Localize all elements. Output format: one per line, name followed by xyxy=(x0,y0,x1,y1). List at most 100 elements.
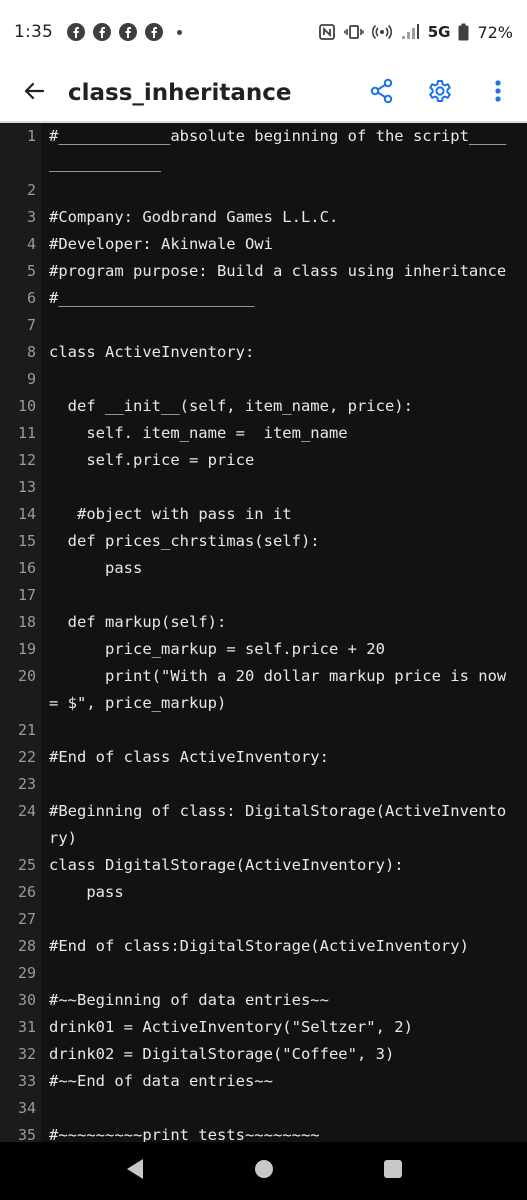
line-number: 30 xyxy=(17,991,36,1009)
line-number: 1 xyxy=(26,127,36,145)
code-line: 26 pass xyxy=(0,879,527,906)
nfc-icon xyxy=(318,23,336,41)
code-text[interactable]: def markup(self): xyxy=(49,609,515,636)
code-text[interactable]: def __init__(self, item_name, price): xyxy=(49,393,515,420)
code-text[interactable] xyxy=(49,582,515,609)
code-line: 35 #~~~~~~~~~print tests~~~~~~~~ xyxy=(0,1122,527,1142)
code-text[interactable]: #Company: Godbrand Games L.L.C. xyxy=(49,204,515,231)
more-options-button[interactable] xyxy=(469,64,527,122)
status-bar: 1:35 5G 72% xyxy=(0,0,527,64)
code-text[interactable] xyxy=(49,312,515,339)
code-text[interactable] xyxy=(49,1095,515,1122)
code-line: 18 def markup(self): xyxy=(0,609,527,636)
line-number: 11 xyxy=(17,424,36,442)
code-line: 14 #object with pass in it xyxy=(0,501,527,528)
code-line: 16 pass xyxy=(0,555,527,582)
code-text[interactable]: #_____________________ xyxy=(49,285,515,312)
line-number: 2 xyxy=(26,181,36,199)
code-line: 34 xyxy=(0,1095,527,1122)
app-bar: class_inheritance xyxy=(0,64,527,122)
line-number: 28 xyxy=(17,937,36,955)
code-line: 12 self.price = price xyxy=(0,447,527,474)
line-number: 17 xyxy=(17,586,36,604)
line-number: 8 xyxy=(26,343,36,361)
code-text[interactable]: pass xyxy=(49,555,515,582)
code-text[interactable]: price_markup = self.price + 20 xyxy=(49,636,515,663)
facebook-icon xyxy=(66,23,85,41)
nav-home-button[interactable] xyxy=(234,1142,294,1200)
code-line: 21 xyxy=(0,717,527,744)
arrow-back-icon xyxy=(22,79,46,107)
share-button[interactable] xyxy=(353,64,411,122)
code-text[interactable] xyxy=(49,366,515,393)
code-text[interactable] xyxy=(49,960,515,987)
back-triangle-icon xyxy=(125,1158,145,1184)
code-line: 31 drink01 = ActiveInventory("Seltzer", 2… xyxy=(0,1014,527,1041)
code-text[interactable] xyxy=(49,717,515,744)
code-text[interactable]: def prices_chrstimas(self): xyxy=(49,528,515,555)
code-text[interactable]: #object with pass in it xyxy=(49,501,515,528)
code-text[interactable]: self. item_name = item_name xyxy=(49,420,515,447)
line-number: 33 xyxy=(17,1072,36,1090)
line-number: 29 xyxy=(17,964,36,982)
code-line: 23 xyxy=(0,771,527,798)
code-text[interactable]: #Beginning of class: DigitalStorage(Acti… xyxy=(49,798,515,852)
home-circle-icon xyxy=(253,1158,275,1184)
code-text[interactable]: print("With a 20 dollar markup price is … xyxy=(49,663,515,717)
network-type: 5G xyxy=(427,23,451,41)
back-button[interactable] xyxy=(0,64,68,122)
nav-back-button[interactable] xyxy=(105,1142,165,1200)
code-text[interactable] xyxy=(49,906,515,933)
code-text[interactable]: #~~Beginning of data entries~~ xyxy=(49,987,515,1014)
line-number: 15 xyxy=(17,532,36,550)
line-number: 35 xyxy=(17,1126,36,1142)
code-text[interactable]: class ActiveInventory: xyxy=(49,339,515,366)
code-line: 6 #_____________________ xyxy=(0,285,527,312)
code-text[interactable]: #End of class:DigitalStorage(ActiveInven… xyxy=(49,933,515,960)
code-text[interactable]: drink02 = DigitalStorage("Coffee", 3) xyxy=(49,1041,515,1068)
code-line: 20 print("With a 20 dollar markup price … xyxy=(0,663,527,717)
line-number: 20 xyxy=(17,667,36,685)
code-line: 24 #Beginning of class: DigitalStorage(Ac… xyxy=(0,798,527,852)
code-text[interactable]: #Developer: Akinwale Owi xyxy=(49,231,515,258)
code-line: 27 xyxy=(0,906,527,933)
line-number: 6 xyxy=(26,289,36,307)
code-line: 8 class ActiveInventory: xyxy=(0,339,527,366)
code-text[interactable]: #____________absolute beginning of the s… xyxy=(49,123,515,177)
page-title: class_inheritance xyxy=(68,80,292,106)
code-text[interactable]: drink01 = ActiveInventory("Seltzer", 2) xyxy=(49,1014,515,1041)
line-number: 13 xyxy=(17,478,36,496)
code-text[interactable]: #End of class ActiveInventory: xyxy=(49,744,515,771)
settings-icon xyxy=(426,77,454,109)
nav-recents-button[interactable] xyxy=(363,1142,423,1200)
code-text[interactable]: self.price = price xyxy=(49,447,515,474)
line-number: 26 xyxy=(17,883,36,901)
line-number: 21 xyxy=(17,721,36,739)
code-text[interactable] xyxy=(49,474,515,501)
code-text[interactable]: #program purpose: Build a class using in… xyxy=(49,258,515,285)
share-icon xyxy=(369,78,395,108)
code-line: 19 price_markup = self.price + 20 xyxy=(0,636,527,663)
line-number: 18 xyxy=(17,613,36,631)
code-text[interactable]: pass xyxy=(49,879,515,906)
line-number: 19 xyxy=(17,640,36,658)
settings-button[interactable] xyxy=(411,64,469,122)
code-line: 9 xyxy=(0,366,527,393)
line-number: 32 xyxy=(17,1045,36,1063)
code-editor[interactable]: 1 #____________absolute beginning of the … xyxy=(0,123,527,1142)
more-vert-icon xyxy=(494,79,502,107)
line-number: 14 xyxy=(17,505,36,523)
code-line: 11 self. item_name = item_name xyxy=(0,420,527,447)
code-text[interactable]: class DigitalStorage(ActiveInventory): xyxy=(49,852,515,879)
line-number: 10 xyxy=(17,397,36,415)
code-text[interactable] xyxy=(49,177,515,204)
code-lines: 1 #____________absolute beginning of the … xyxy=(0,123,527,1142)
code-line: 32 drink02 = DigitalStorage("Coffee", 3) xyxy=(0,1041,527,1068)
code-line: 33 #~~End of data entries~~ xyxy=(0,1068,527,1095)
app-actions xyxy=(353,64,527,122)
code-text[interactable]: #~~~~~~~~~print tests~~~~~~~~ xyxy=(49,1122,515,1142)
code-text[interactable] xyxy=(49,771,515,798)
code-line: 15 def prices_chrstimas(self): xyxy=(0,528,527,555)
code-text[interactable]: #~~End of data entries~~ xyxy=(49,1068,515,1095)
battery-icon xyxy=(458,23,469,41)
